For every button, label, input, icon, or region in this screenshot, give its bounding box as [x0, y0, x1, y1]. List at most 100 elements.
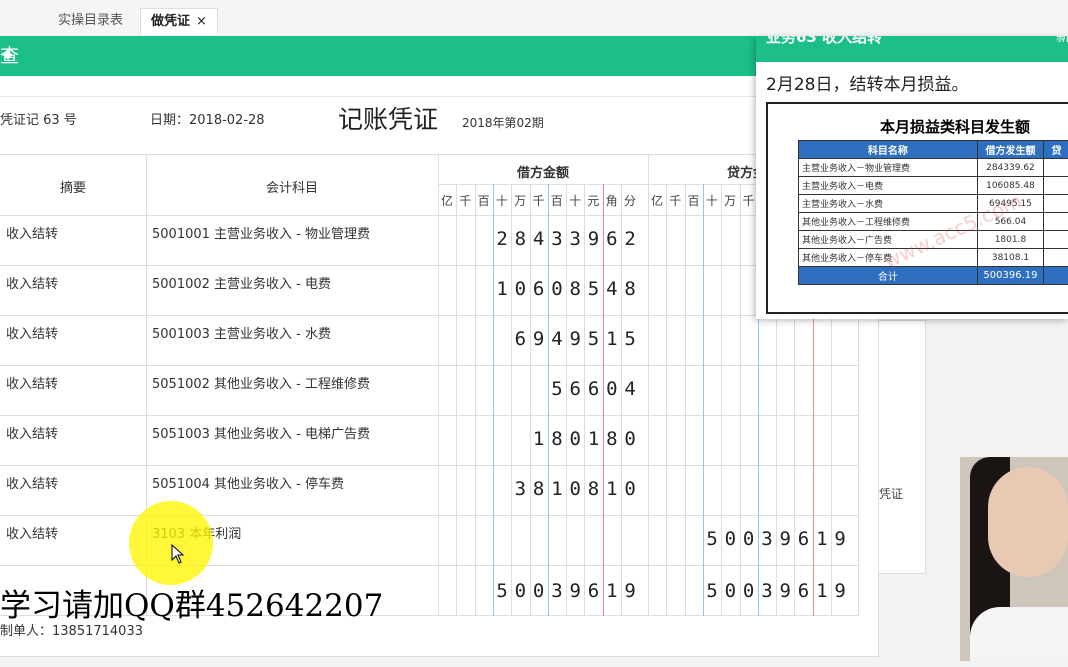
cursor-highlight [129, 501, 213, 585]
summary-header: 摘要 [59, 181, 86, 196]
amount-digit: 4 [606, 278, 618, 300]
answer-header: ✦ 查看答案 [0, 36, 880, 187]
amount-digit: 3 [761, 580, 773, 602]
amount-digit: 0 [551, 278, 563, 300]
grid-line-row [0, 315, 858, 316]
amount-digit: 6 [587, 580, 600, 602]
amount-digit: 1 [496, 278, 508, 300]
presenter-webcam [960, 457, 1068, 661]
amount-digit: 1 [816, 528, 828, 550]
total-debit: 50039619 [493, 580, 639, 602]
grid-line-digit [703, 184, 704, 616]
presenter-face [988, 467, 1068, 577]
ref-col-credit: 贷 [1043, 140, 1068, 159]
debit-unit-label: 万 [514, 194, 527, 208]
amount-digit: 5 [706, 528, 718, 550]
row-summary[interactable]: 收入结转 [6, 473, 58, 492]
side-panel-label: 凭证 [879, 487, 904, 501]
amount-digit: 4 [551, 328, 563, 350]
amount-digit: 0 [742, 580, 755, 602]
reference-image: 本月损益类科目发生额 科目名称 借方发生额 贷 主营业务收入－物业管理费 2843… [766, 102, 1068, 314]
row-debit-amount[interactable]: 6949515 [511, 328, 639, 350]
row-debit-amount[interactable]: 3810810 [511, 478, 639, 500]
amount-digit: 0 [569, 428, 581, 450]
ref-row: 主营业务收入－物业管理费 284339.62 [798, 158, 1068, 177]
close-icon[interactable]: × [196, 14, 207, 29]
amount-digit: 8 [587, 478, 600, 500]
ref-total-credit [1043, 266, 1068, 285]
amount-digit: 9 [569, 328, 581, 350]
row-debit-amount[interactable]: 180180 [530, 428, 640, 450]
debit-unit-label: 元 [587, 194, 600, 208]
row-credit-amount[interactable]: 50039619 [703, 528, 849, 550]
tab-practice-catalog[interactable]: 实操目录表 [48, 8, 133, 34]
view-answer-button[interactable]: ✦ 查看答案 [0, 36, 19, 187]
popup-header: 业务63 收入结转 新 [756, 36, 1068, 62]
amount-digit: 1 [551, 478, 563, 500]
debit-unit-label: 十 [569, 194, 582, 208]
row-account[interactable]: 5051004 其他业务收入 - 停车费 [152, 473, 344, 492]
row-summary[interactable]: 收入结转 [6, 223, 58, 242]
grid-line-digit [456, 184, 457, 616]
ref-row-credit [1043, 194, 1068, 213]
reference-image-title: 本月损益类科目发生额 [880, 118, 1031, 136]
debit-header: 借方金额 [516, 166, 569, 181]
row-debit-amount[interactable]: 56604 [548, 378, 639, 400]
task-popup: 业务63 收入结转 新 2月28日，结转本月损益。 本月损益类科目发生额 科目名… [756, 36, 1068, 319]
voucher-number: 凭证记 63 号 [0, 113, 77, 128]
grid-line-col [438, 154, 439, 616]
ref-row-credit [1043, 248, 1068, 267]
row-account[interactable]: 5001003 主营业务收入 - 水费 [152, 323, 331, 342]
amount-digit: 6 [532, 278, 545, 300]
row-summary[interactable]: 收入结转 [6, 373, 58, 392]
account-header: 会计科目 [265, 181, 318, 196]
row-summary[interactable]: 收入结转 [6, 523, 58, 542]
debit-unit-label: 千 [532, 194, 545, 208]
grid-line-row [0, 365, 858, 366]
row-account[interactable]: 5051002 其他业务收入 - 工程维修费 [152, 373, 370, 392]
grid-line-digit [740, 184, 741, 616]
amount-digit: 9 [834, 580, 846, 602]
amount-digit: 6 [587, 378, 600, 400]
amount-digit: 9 [569, 580, 581, 602]
voucher-period: 2018年第02期 [462, 116, 544, 130]
grid-line-row [0, 565, 858, 566]
amount-digit: 9 [532, 328, 545, 350]
credit-unit-label: 十 [705, 194, 718, 208]
ref-row-credit [1043, 176, 1068, 195]
ref-row-amount: 38108.1 [976, 248, 1045, 267]
ref-row-name: 主营业务收入－水费 [798, 194, 978, 213]
credit-unit-label: 千 [669, 194, 682, 208]
amount-digit: 3 [514, 478, 527, 500]
amount-digit: 0 [724, 528, 737, 550]
credit-unit-label: 百 [687, 194, 700, 208]
total-credit: 50039619 [703, 580, 849, 602]
grid-line-top [0, 154, 858, 155]
ref-row-credit [1043, 212, 1068, 231]
amount-digit: 9 [624, 580, 636, 602]
credit-unit-label: 亿 [650, 194, 663, 208]
amount-digit: 6 [606, 228, 618, 250]
row-account[interactable]: 5001002 主营业务收入 - 电费 [152, 273, 331, 292]
row-account[interactable]: 5001001 主营业务收入 - 物业管理费 [152, 223, 370, 242]
amount-digit: 1 [606, 328, 618, 350]
amount-digit: 8 [551, 428, 563, 450]
amount-digit: 0 [624, 478, 636, 500]
popup-new-button[interactable]: 新 [1056, 36, 1068, 46]
amount-digit: 4 [624, 378, 636, 400]
amount-digit: 5 [706, 580, 718, 602]
row-summary[interactable]: 收入结转 [6, 273, 58, 292]
tab-make-voucher[interactable]: 做凭证 × [140, 8, 218, 35]
amount-digit: 6 [514, 328, 527, 350]
row-debit-amount[interactable]: 10608548 [493, 278, 639, 300]
row-account[interactable]: 5051003 其他业务收入 - 电梯广告费 [152, 423, 370, 442]
debit-unit-label: 亿 [440, 194, 453, 208]
side-panel: 凭证 [878, 320, 926, 574]
row-summary[interactable]: 收入结转 [6, 323, 58, 342]
row-summary[interactable]: 收入结转 [6, 423, 58, 442]
amount-digit: 1 [587, 428, 600, 450]
amount-digit: 3 [761, 528, 773, 550]
ref-total-amount: 500396.19 [976, 266, 1045, 285]
amount-digit: 6 [797, 580, 810, 602]
row-debit-amount[interactable]: 28433962 [493, 228, 639, 250]
